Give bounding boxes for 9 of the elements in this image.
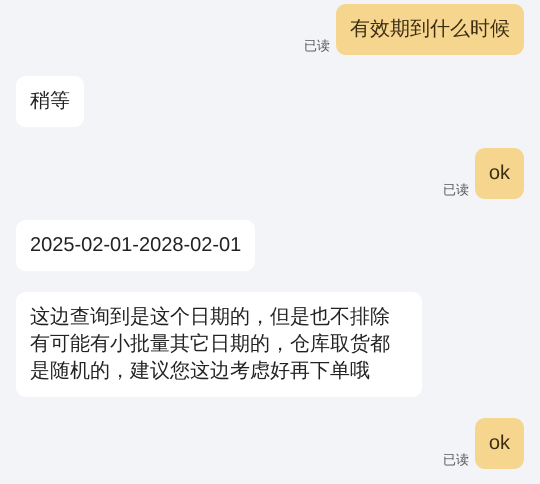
message-bubble: 稍等 bbox=[16, 76, 84, 127]
message-bubble: ok bbox=[474, 148, 524, 199]
message-bubble: 有效期到什么时候 bbox=[336, 4, 524, 55]
message-bubble: 2025-02-01-2028-02-01 bbox=[16, 220, 256, 271]
message-bubble: 这边查询到是这个日期的，但是也不排除有可能有小批量其它日期的，仓库取货都是随机的，建议您这边考虑好再下单哦 bbox=[16, 292, 422, 397]
read-receipt: 已读 bbox=[442, 181, 469, 199]
read-receipt: 已读 bbox=[442, 451, 469, 469]
read-receipt: 已读 bbox=[304, 37, 330, 55]
message-bubble: ok bbox=[474, 418, 524, 469]
